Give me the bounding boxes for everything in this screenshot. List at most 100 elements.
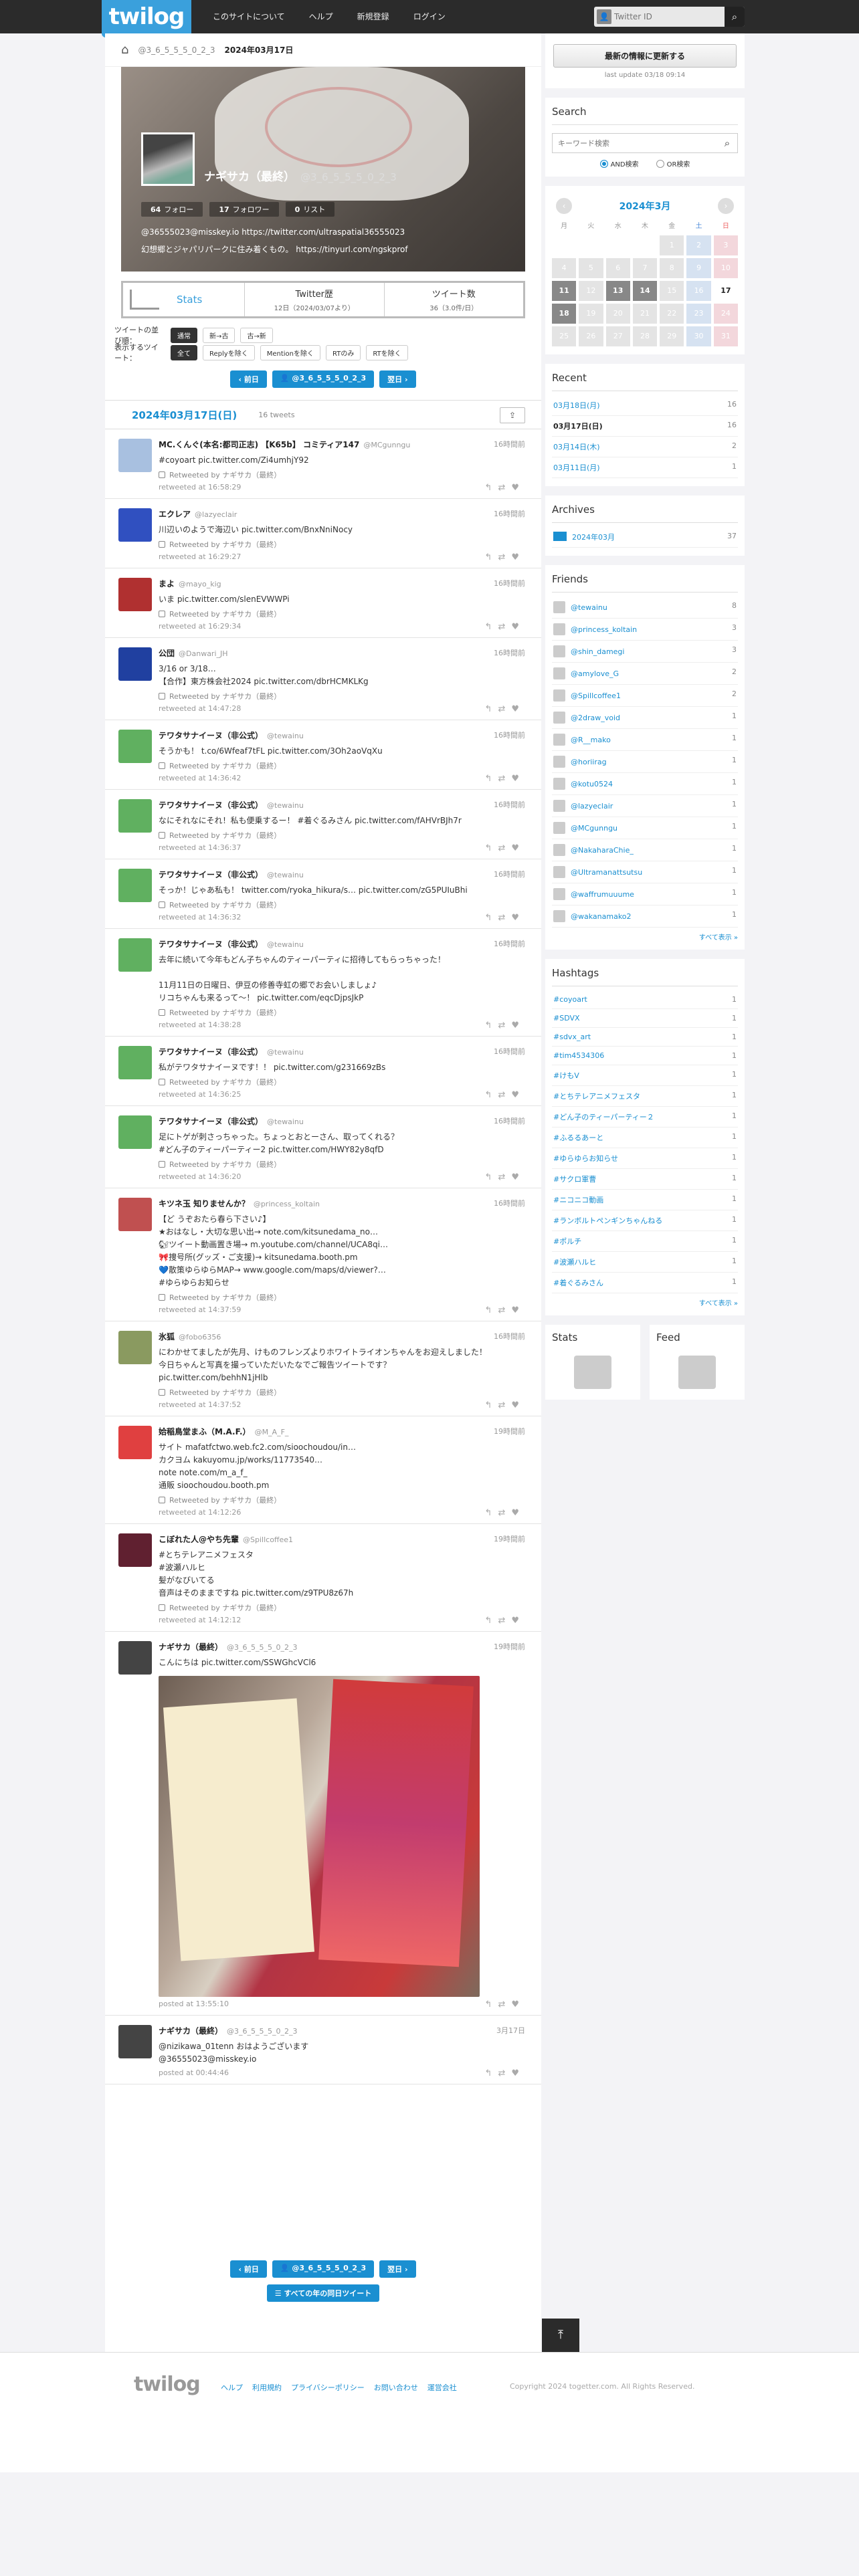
- tweet-time[interactable]: 19時間前: [494, 1533, 525, 1544]
- friend-item[interactable]: @kotu0524 1: [552, 773, 738, 795]
- share-icon[interactable]: ⇪: [500, 407, 525, 423]
- tweet-actions[interactable]: ↰⇄♥: [485, 1305, 525, 1315]
- tweet-author[interactable]: エクレア @lazyeclair: [159, 508, 525, 520]
- tweet-author[interactable]: 氷狐 @fobo6356: [159, 1331, 525, 1342]
- tweet-avatar[interactable]: [118, 1331, 152, 1364]
- tweet-actions[interactable]: ↰⇄♥: [485, 774, 525, 784]
- recent-item[interactable]: 03月14日(木) 2: [552, 437, 738, 457]
- friend-item[interactable]: @tewainu 8: [552, 597, 738, 619]
- footer-privacy[interactable]: プライバシーポリシー: [291, 2382, 365, 2393]
- user-button[interactable]: 👤 @3_6_5_5_5_0_2_3: [272, 370, 375, 388]
- nav-signup[interactable]: 新規登録: [345, 0, 401, 33]
- prev-day-button-bottom[interactable]: ‹ 前日: [230, 2260, 267, 2278]
- tweet-time[interactable]: 16時間前: [494, 938, 525, 949]
- nav-help[interactable]: ヘルプ: [297, 0, 345, 33]
- header-search-input[interactable]: [614, 9, 721, 24]
- tweet-author[interactable]: 姶稲鳥堂まふ（M.A.F.） @M_A_F_: [159, 1426, 525, 1437]
- all-years-button[interactable]: ☰ すべての年の同日ツイート: [266, 2284, 380, 2302]
- show-no-reply[interactable]: Replyを除く: [203, 344, 255, 360]
- tweet-time[interactable]: 16時間前: [494, 508, 525, 519]
- tweet-time[interactable]: 19時間前: [494, 1426, 525, 1436]
- friend-item[interactable]: @princess_koltain 3: [552, 619, 738, 641]
- recent-item[interactable]: 03月17日(日) 16: [552, 416, 738, 437]
- tweet-author[interactable]: テワタサナイーヌ（非公式） @tewainu: [159, 1115, 525, 1127]
- tweet-time[interactable]: 16時間前: [494, 578, 525, 588]
- calendar-day[interactable]: 11: [552, 281, 577, 301]
- tweet-avatar[interactable]: [118, 1198, 152, 1231]
- tweet-time[interactable]: 16時間前: [494, 1198, 525, 1208]
- hashtag-item[interactable]: #ポルチ 1: [552, 1231, 738, 1252]
- tweet-avatar[interactable]: [118, 869, 152, 902]
- or-search-radio[interactable]: OR検索: [656, 158, 690, 169]
- prev-day-button[interactable]: ‹ 前日: [230, 370, 267, 388]
- tweet-actions[interactable]: ↰⇄♥: [485, 552, 525, 562]
- recent-item[interactable]: 03月18日(月) 16: [552, 395, 738, 416]
- tweet-author[interactable]: テワタサナイーヌ（非公式） @tewainu: [159, 938, 525, 950]
- hashtag-item[interactable]: #どん子のティーパーティー２ 1: [552, 1107, 738, 1128]
- tweet-photo[interactable]: [159, 1676, 480, 1997]
- tweet-avatar[interactable]: [118, 1533, 152, 1567]
- tweet-author[interactable]: まよ @mayo_kig: [159, 578, 525, 589]
- and-search-radio[interactable]: AND検索: [599, 158, 639, 169]
- friend-item[interactable]: @wakanamako2 1: [552, 905, 738, 928]
- tweet-author[interactable]: 公団 @Danwari_JH: [159, 647, 525, 659]
- footer-contact[interactable]: お問い合わせ: [374, 2382, 418, 2393]
- calendar-day[interactable]: 13: [605, 281, 630, 301]
- tweet-avatar[interactable]: [118, 730, 152, 763]
- tweet-avatar[interactable]: [118, 647, 152, 681]
- breadcrumb-user[interactable]: @3_6_5_5_5_0_2_3: [138, 45, 215, 55]
- calendar-prev-icon[interactable]: ‹: [556, 198, 572, 214]
- scroll-to-top-icon[interactable]: ⤒: [542, 2319, 579, 2352]
- tweet-actions[interactable]: ↰⇄♥: [485, 1172, 525, 1182]
- tweet-time[interactable]: 3月17日: [496, 2025, 525, 2036]
- friend-item[interactable]: @NakaharaChie_ 1: [552, 839, 738, 861]
- stats-widget[interactable]: Stats: [545, 1325, 640, 1400]
- tweet-author[interactable]: ナギサカ（最終） @3_6_5_5_5_0_2_3: [159, 2025, 525, 2036]
- tweet-time[interactable]: 16時間前: [494, 799, 525, 810]
- profile-links[interactable]: @36555023@misskey.io https://twitter.com…: [141, 223, 408, 241]
- show-rt-only[interactable]: RTのみ: [325, 344, 361, 360]
- home-icon[interactable]: ⌂: [121, 43, 128, 57]
- friend-item[interactable]: @waffrumuuume 1: [552, 883, 738, 905]
- tweet-actions[interactable]: ↰⇄♥: [485, 913, 525, 923]
- tweet-time[interactable]: 16時間前: [494, 869, 525, 879]
- follow-count[interactable]: 64 フォロー: [141, 202, 203, 217]
- friend-item[interactable]: @R__mako 1: [552, 729, 738, 751]
- tweet-actions[interactable]: ↰⇄♥: [485, 1090, 525, 1100]
- hashtag-item[interactable]: #ふるるあーと 1: [552, 1128, 738, 1148]
- tweet-avatar[interactable]: [118, 799, 152, 833]
- friends-more-link[interactable]: すべて表示 »: [552, 932, 738, 942]
- tweet-author[interactable]: キツネ玉 知りませんか？ @princess_koltain: [159, 1198, 525, 1209]
- hashtags-more-link[interactable]: すべて表示 »: [552, 1297, 738, 1307]
- next-day-button[interactable]: 翌日 ›: [379, 370, 416, 388]
- archive-item[interactable]: 2024年03月 37: [552, 527, 738, 548]
- tweet-actions[interactable]: ↰⇄♥: [485, 704, 525, 714]
- tweet-author[interactable]: ナギサカ（最終） @3_6_5_5_5_0_2_3: [159, 1641, 525, 1652]
- update-button[interactable]: 最新の情報に更新する: [553, 44, 737, 68]
- tweet-time[interactable]: 16時間前: [494, 1115, 525, 1126]
- hashtag-item[interactable]: #coyoart 1: [552, 990, 738, 1009]
- friend-item[interactable]: @Ultramanattsutsu 1: [552, 861, 738, 883]
- tweet-author[interactable]: こぼれた人@やち先輩 @Spillcoffee1: [159, 1533, 525, 1545]
- nav-login[interactable]: ログイン: [401, 0, 458, 33]
- hashtag-item[interactable]: #SDVX 1: [552, 1009, 738, 1028]
- tweet-time[interactable]: 16時間前: [494, 439, 525, 449]
- tweet-time[interactable]: 16時間前: [494, 1046, 525, 1057]
- friend-item[interactable]: @Spillcoffee1 2: [552, 685, 738, 707]
- tweet-avatar[interactable]: [118, 1046, 152, 1079]
- footer-company[interactable]: 運営会社: [427, 2382, 457, 2393]
- hashtag-item[interactable]: #tim4534306 1: [552, 1047, 738, 1065]
- show-all[interactable]: 全て: [171, 344, 197, 360]
- calendar-day[interactable]: 18: [552, 304, 577, 324]
- friend-item[interactable]: @lazyeclair 1: [552, 795, 738, 817]
- calendar-next-icon[interactable]: ›: [718, 198, 734, 214]
- tweet-avatar[interactable]: [118, 938, 152, 972]
- next-day-button-bottom[interactable]: 翌日 ›: [379, 2260, 416, 2278]
- follower-count[interactable]: 17 フォロワー: [209, 202, 279, 217]
- tweet-actions[interactable]: ↰⇄♥: [485, 2068, 525, 2078]
- tweet-actions[interactable]: ↰⇄♥: [485, 2000, 525, 2010]
- nav-about[interactable]: このサイトについて: [201, 0, 297, 33]
- hashtag-item[interactable]: #波瀬ハルヒ 1: [552, 1252, 738, 1273]
- search-icon[interactable]: ⌕: [717, 134, 737, 152]
- footer-terms[interactable]: 利用規約: [252, 2382, 282, 2393]
